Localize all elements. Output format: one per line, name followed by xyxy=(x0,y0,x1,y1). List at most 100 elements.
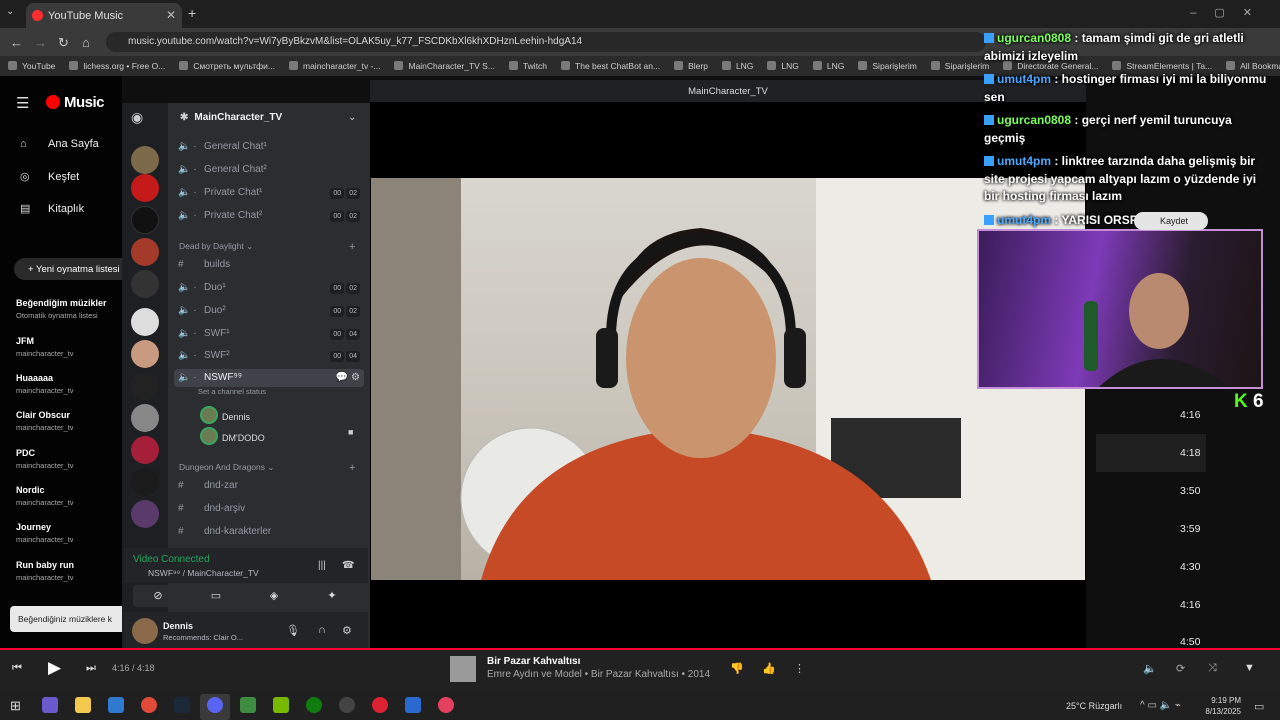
bookmark-item[interactable]: maincharacter_tv -... xyxy=(289,61,380,71)
playlist-item[interactable]: Nordic maincharacter_tv xyxy=(16,485,120,507)
soundboard-button[interactable]: ✦ xyxy=(307,585,357,607)
forward-icon[interactable]: → xyxy=(34,35,47,50)
start-icon[interactable]: ⊞ xyxy=(10,698,21,714)
chrome-icon[interactable] xyxy=(438,697,454,713)
album-art[interactable] xyxy=(450,656,476,682)
playlist-item[interactable]: PDC maincharacter_tv xyxy=(16,448,120,470)
add-channel-icon[interactable]: + xyxy=(349,462,355,474)
nav-home[interactable]: ⌂ Ana Sayfa xyxy=(20,138,99,150)
server-icon[interactable] xyxy=(131,308,159,336)
playlist-item[interactable]: Run baby run maincharacter_tv xyxy=(16,560,120,582)
url-input[interactable]: music.youtube.com/watch?v=Wi7yByBkzvM&li… xyxy=(106,32,986,52)
playlist-item[interactable]: Huaaaaa maincharacter_tv xyxy=(16,373,120,395)
file-explorer-icon[interactable] xyxy=(75,697,91,713)
expand-player-icon[interactable]: ▼ xyxy=(1244,662,1255,674)
browser-tab[interactable]: YouTube Music ✕ xyxy=(26,3,182,28)
bookmark-item[interactable]: lichess.org • Free O... xyxy=(69,61,165,71)
server-icon[interactable] xyxy=(131,270,159,298)
save-button[interactable]: Kaydet xyxy=(1134,212,1208,230)
bookmark-item[interactable]: LNG xyxy=(722,61,753,71)
window-controls[interactable]: –▢✕ xyxy=(1190,6,1270,19)
track-title[interactable]: Bir Pazar Kahvaltısı xyxy=(487,656,580,667)
xbox-icon[interactable] xyxy=(306,697,322,713)
bookmark-item[interactable]: Siparişlerim xyxy=(931,61,989,71)
bookmark-item[interactable]: YouTube xyxy=(8,61,55,71)
server-icon[interactable] xyxy=(131,340,159,368)
chrome-icon[interactable] xyxy=(372,697,388,713)
voice-channel[interactable]: # builds xyxy=(178,259,362,277)
voice-channel[interactable]: 🔈 · General Chat² xyxy=(178,164,362,182)
next-icon[interactable]: ⏭ xyxy=(86,662,96,675)
screen-share-button[interactable]: ▭ xyxy=(191,585,241,607)
voice-channel[interactable]: 🔈 · SWF² 00 04 xyxy=(178,350,362,368)
activity-button[interactable]: ◈ xyxy=(249,585,299,607)
new-tab-icon[interactable]: + xyxy=(188,5,196,21)
playlist-item[interactable]: Clair Obscur maincharacter_tv xyxy=(16,410,120,432)
steam-icon[interactable] xyxy=(174,697,190,713)
taskbar-app-icon[interactable] xyxy=(42,697,58,713)
channel-dnd-karakterler[interactable]: # dnd-karakterler xyxy=(178,526,362,544)
voice-channel-link[interactable]: NSWF⁹⁹ / MainCharacter_TV xyxy=(148,568,259,578)
voice-status[interactable]: Video Connected xyxy=(133,554,210,565)
bookmark-item[interactable]: Смотреть мультфи... xyxy=(179,61,275,71)
voice-channel[interactable]: 🔈 · Duo¹ 00 02 xyxy=(178,282,362,300)
menu-icon[interactable]: ☰ xyxy=(16,94,29,112)
taskbar-app-icon[interactable] xyxy=(108,697,124,713)
ytmusic-logo[interactable]: Music xyxy=(46,94,105,111)
channel-dnd-zar[interactable]: # dnd-zar xyxy=(178,480,362,498)
playlist-item[interactable]: Journey maincharacter_tv xyxy=(16,522,120,544)
bookmark-item[interactable]: LNG xyxy=(767,61,798,71)
home-icon[interactable]: ⌂ xyxy=(82,35,90,50)
bookmark-item[interactable]: Siparişlerim xyxy=(858,61,916,71)
server-icon[interactable] xyxy=(131,468,159,496)
headphones-icon[interactable]: ∩ xyxy=(318,624,326,636)
close-tab-icon[interactable]: ✕ xyxy=(166,8,176,22)
track-subtitle[interactable]: Emre Aydın ve Model • Bir Pazar Kahvaltı… xyxy=(487,669,710,680)
server-icon[interactable] xyxy=(131,146,159,174)
category-dead-by-daylight[interactable]: Dead by Daylight ⌄ + xyxy=(179,241,355,253)
disconnect-icon[interactable]: ☎ xyxy=(342,560,354,571)
nvidia-icon[interactable] xyxy=(273,697,289,713)
voice-channel[interactable]: 🔈 · SWF¹ 00 04 xyxy=(178,328,362,346)
playlist-item[interactable]: JFM maincharacter_tv xyxy=(16,336,120,358)
discord-icon[interactable] xyxy=(207,697,223,713)
weather-widget[interactable]: 25°C Rüzgarlı xyxy=(1066,701,1122,711)
settings-gear-icon[interactable]: ⚙ xyxy=(342,624,352,637)
system-tray-icons[interactable]: ^ ▭ 🔈 ⌁ xyxy=(1140,700,1181,711)
server-icon[interactable] xyxy=(131,206,159,234)
server-name[interactable]: MainCharacter_TV xyxy=(180,112,282,123)
dislike-icon[interactable]: 👎 xyxy=(730,662,744,675)
voice-channel[interactable]: 🔈 · Private Chat¹ 00 02 xyxy=(178,187,362,205)
repeat-icon[interactable]: ⟳ xyxy=(1176,662,1185,675)
server-icon[interactable] xyxy=(131,372,159,400)
camera-off-button[interactable]: ⊘ xyxy=(133,585,183,607)
server-icon[interactable] xyxy=(131,238,159,266)
more-options-icon[interactable]: ⋮ xyxy=(794,662,805,675)
clock[interactable]: 9:19 PM 8/13/2025 xyxy=(1199,695,1241,717)
channel-actions[interactable]: 💬 ⚙ xyxy=(336,372,360,383)
channel-status[interactable]: Set a channel status xyxy=(198,387,266,396)
taskbar-app-icon[interactable] xyxy=(405,697,421,713)
play-icon[interactable]: ▶ xyxy=(48,658,61,678)
add-channel-icon[interactable]: + xyxy=(349,241,355,253)
back-icon[interactable]: ← xyxy=(10,35,23,50)
like-icon[interactable]: 👍 xyxy=(762,662,776,675)
bookmark-item[interactable]: MainCharacter_TV S... xyxy=(394,61,494,71)
bookmark-item[interactable]: The best ChatBot an... xyxy=(561,61,660,71)
category-dnd[interactable]: Dungeon And Dragons ⌄ + xyxy=(179,462,355,474)
server-icon[interactable] xyxy=(131,174,159,202)
server-icon[interactable] xyxy=(131,500,159,528)
chrome-icon[interactable] xyxy=(141,697,157,713)
taskbar-app-icon[interactable] xyxy=(339,697,355,713)
server-icon[interactable] xyxy=(131,436,159,464)
bookmark-item[interactable]: Blerp xyxy=(674,61,708,71)
channel-dnd-arsiv[interactable]: # dnd-arşiv xyxy=(178,503,362,521)
new-playlist-button[interactable]: + Yeni oynatma listesi xyxy=(14,258,134,280)
server-icon[interactable] xyxy=(131,404,159,432)
tab-search-icon[interactable]: ⌄ xyxy=(6,6,14,17)
bookmark-item[interactable]: LNG xyxy=(813,61,844,71)
nav-library[interactable]: ▤ Kitaplık xyxy=(20,202,84,215)
noise-suppression-icon[interactable]: ||| xyxy=(318,560,326,571)
voice-user[interactable]: Dennis xyxy=(200,406,250,424)
chevron-down-icon[interactable]: ⌄ xyxy=(348,112,356,123)
